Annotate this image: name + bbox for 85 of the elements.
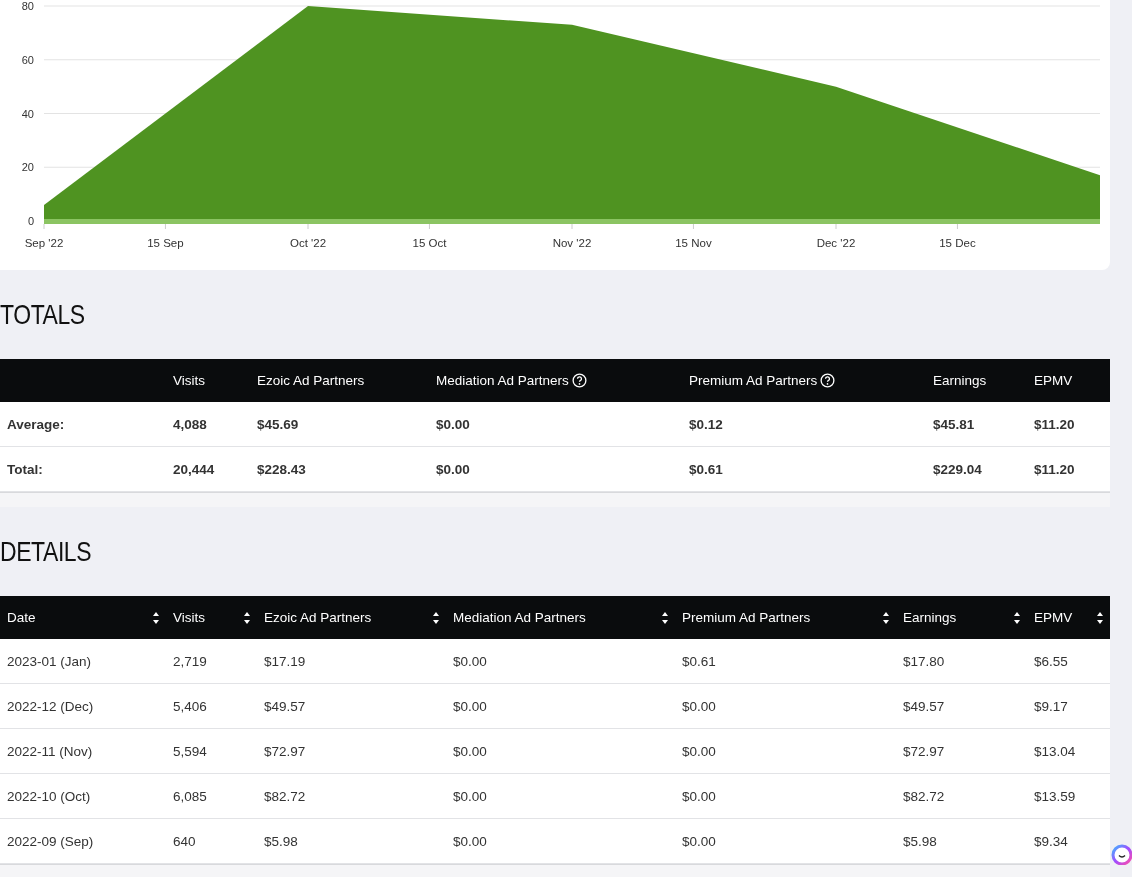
table-cell: $0.61 — [689, 461, 723, 477]
table-cell: $72.97 — [264, 743, 306, 759]
y-tick-label: 80 — [21, 0, 34, 12]
table-cell: $13.59 — [1034, 788, 1076, 804]
table-cell: $228.43 — [257, 461, 306, 477]
table-cell: 2022-11 (Nov) — [7, 743, 93, 759]
table-cell: $6.55 — [1034, 653, 1068, 669]
table-cell: Total: — [7, 461, 43, 477]
sort-icon[interactable] — [152, 610, 160, 625]
column-header[interactable]: Ezoic Ad Partners — [264, 610, 372, 625]
table-cell: 5,406 — [173, 698, 207, 714]
y-tick-label: 0 — [27, 215, 34, 227]
column-header[interactable]: Earnings — [903, 610, 957, 625]
table-cell: $13.04 — [1034, 743, 1076, 759]
table-cell: 20,444 — [173, 461, 215, 477]
x-tick-label: 15 Dec — [939, 237, 976, 249]
column-header: Earnings — [933, 373, 987, 388]
column-header[interactable]: Visits — [173, 610, 205, 625]
table-cell: Average: — [7, 416, 65, 432]
x-tick-label: Dec '22 — [816, 237, 856, 249]
table-cell: $0.61 — [682, 653, 716, 669]
table-cell: $82.72 — [264, 788, 306, 804]
table-cell: $0.00 — [436, 461, 470, 477]
table-cell: $17.80 — [903, 653, 945, 669]
table-cell: 2022-12 (Dec) — [7, 698, 94, 714]
table-cell: 640 — [173, 833, 196, 849]
table-cell: 2023-01 (Jan) — [7, 653, 92, 669]
x-tick-label: 15 Oct — [412, 237, 447, 249]
table-cell: $0.00 — [682, 833, 716, 849]
table-cell: $0.00 — [682, 743, 716, 759]
x-tick-label: 15 Nov — [675, 237, 712, 249]
table-cell: $0.00 — [682, 698, 716, 714]
table-cell: 5,594 — [173, 743, 207, 759]
table-cell: $0.00 — [453, 653, 487, 669]
table-cell: $5.98 — [903, 833, 937, 849]
y-tick-label: 20 — [21, 161, 34, 174]
column-header: Mediation Ad Partners — [436, 373, 569, 388]
table-cell: $0.00 — [453, 788, 487, 804]
table-cell: $82.72 — [903, 788, 945, 804]
table-cell: $0.00 — [436, 416, 470, 432]
table-cell: $17.19 — [264, 653, 306, 669]
sort-icon[interactable] — [661, 610, 669, 625]
help-icon[interactable] — [820, 373, 836, 388]
y-tick-label: 40 — [21, 107, 34, 120]
x-tick-label: Oct '22 — [289, 237, 327, 249]
y-tick-label: 60 — [21, 53, 34, 66]
table-cell: 2,719 — [173, 653, 207, 669]
sort-icon[interactable] — [243, 610, 251, 625]
column-header: Visits — [173, 373, 205, 388]
table-cell: $0.00 — [453, 833, 487, 849]
section-title: DETAILS — [0, 534, 92, 569]
chat-widget-icon[interactable] — [1111, 844, 1132, 865]
sort-icon[interactable] — [1013, 610, 1021, 625]
column-header: Ezoic Ad Partners — [257, 373, 365, 388]
table-cell: $0.00 — [453, 743, 487, 759]
table-cell: $11.20 — [1034, 416, 1075, 432]
table-cell: $11.20 — [1034, 461, 1075, 477]
x-tick-label: Sep '22 — [24, 237, 64, 249]
table-cell: $5.98 — [264, 833, 298, 849]
table-cell: $9.17 — [1034, 698, 1068, 714]
table-cell: $49.57 — [903, 698, 945, 714]
table-cell: $45.69 — [257, 416, 299, 432]
table-cell: $49.57 — [264, 698, 306, 714]
column-header: EPMV — [1034, 373, 1073, 388]
table-cell: 2022-09 (Sep) — [7, 833, 94, 849]
x-tick-label: Nov '22 — [552, 237, 592, 249]
table-cell: 6,085 — [173, 788, 207, 804]
table-cell: $72.97 — [903, 743, 945, 759]
table-cell: $229.04 — [933, 461, 982, 477]
help-icon[interactable] — [571, 373, 587, 388]
sort-icon[interactable] — [882, 610, 890, 625]
table-cell: 4,088 — [173, 416, 207, 432]
sort-icon[interactable] — [1096, 610, 1104, 625]
table-cell: $0.00 — [682, 788, 716, 804]
sort-icon[interactable] — [432, 610, 440, 625]
table-cell: $0.00 — [453, 698, 487, 714]
column-header[interactable]: Date — [7, 610, 36, 625]
x-tick-label: 15 Sep — [147, 237, 184, 249]
column-header[interactable]: EPMV — [1034, 610, 1073, 625]
column-header: Premium Ad Partners — [689, 373, 818, 388]
table-cell: $9.34 — [1034, 833, 1068, 849]
table-cell: $0.12 — [689, 416, 723, 432]
table-cell: $45.81 — [933, 416, 975, 432]
table-cell: 2022-10 (Oct) — [7, 788, 91, 804]
section-title: TOTALS — [0, 297, 85, 332]
